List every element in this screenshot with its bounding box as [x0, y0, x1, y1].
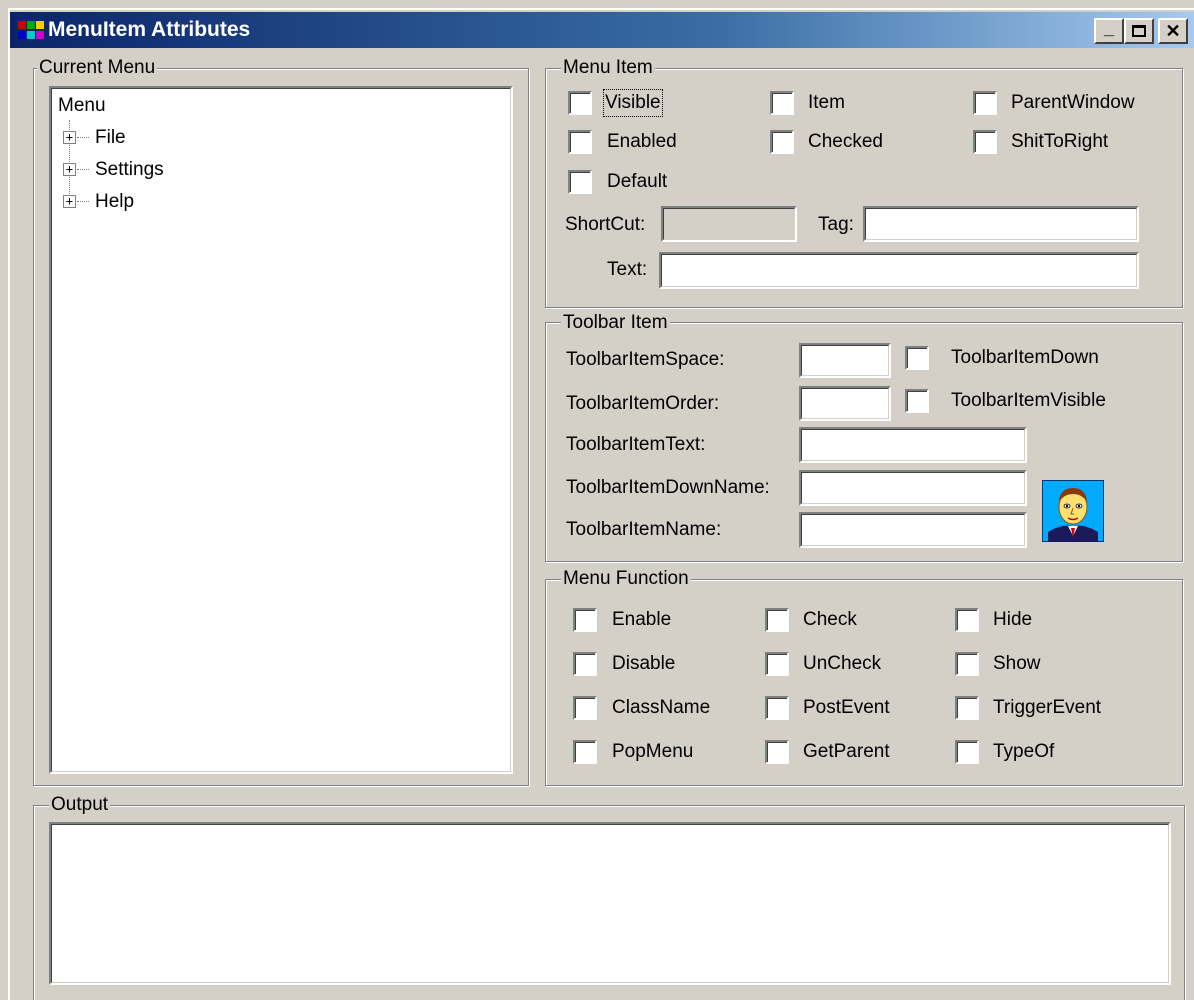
toolbar-item-visible-checkbox[interactable] [905, 389, 929, 413]
show-checkbox[interactable] [955, 652, 979, 676]
enable-label[interactable]: Enable [612, 608, 671, 632]
toolbar-item-visible-label[interactable]: ToolbarItemVisible [951, 389, 1106, 413]
toolbar-item-space-label: ToolbarItemSpace: [566, 349, 725, 370]
tree-item-help[interactable]: Help [95, 190, 134, 214]
menu-function-legend: Menu Function [561, 568, 691, 589]
enabled-checkbox[interactable] [568, 130, 592, 154]
text-label: Text: [607, 259, 648, 280]
toolbar-item-order-field[interactable] [799, 386, 891, 421]
triggerevent-checkbox[interactable] [955, 696, 979, 720]
toolbar-item-name-field[interactable] [799, 512, 1027, 548]
tree-item-settings[interactable]: Settings [95, 158, 164, 182]
disable-label[interactable]: Disable [612, 652, 675, 676]
output-textarea[interactable] [49, 822, 1171, 985]
checked-checkbox[interactable] [770, 130, 794, 154]
toolbar-item-down-name-label: ToolbarItemDownName: [566, 477, 770, 498]
tag-label: Tag: [818, 214, 854, 235]
checked-label[interactable]: Checked [808, 130, 883, 154]
classname-checkbox[interactable] [573, 696, 597, 720]
text-field[interactable] [659, 252, 1139, 289]
shift-to-right-label[interactable]: ShitToRight [1011, 130, 1108, 154]
item-checkbox[interactable] [770, 91, 794, 115]
minimize-icon: _ [1103, 17, 1114, 38]
toolbar-item-legend: Toolbar Item [561, 312, 670, 333]
enable-checkbox[interactable] [573, 608, 597, 632]
typeof-checkbox[interactable] [955, 740, 979, 764]
toolbar-item-space-field[interactable] [799, 343, 891, 378]
triggerevent-label[interactable]: TriggerEvent [993, 696, 1101, 720]
toolbar-item-name-label: ToolbarItemName: [566, 519, 722, 540]
shift-to-right-checkbox[interactable] [973, 130, 997, 154]
parent-window-label[interactable]: ParentWindow [1011, 91, 1135, 115]
default-checkbox[interactable] [568, 170, 592, 194]
app-icon [18, 21, 44, 39]
close-button[interactable]: ✕ [1158, 18, 1188, 44]
menu-item-legend: Menu Item [561, 57, 655, 78]
hide-label[interactable]: Hide [993, 608, 1032, 632]
popmenu-label[interactable]: PopMenu [612, 740, 693, 764]
getparent-checkbox[interactable] [765, 740, 789, 764]
postevent-checkbox[interactable] [765, 696, 789, 720]
tree-line [77, 201, 89, 202]
output-legend: Output [49, 794, 111, 815]
tag-field[interactable] [863, 206, 1139, 242]
getparent-label[interactable]: GetParent [803, 740, 890, 764]
expand-icon[interactable]: + [63, 195, 76, 208]
expand-icon[interactable]: + [63, 131, 76, 144]
close-icon: ✕ [1165, 20, 1181, 41]
parent-window-checkbox[interactable] [973, 91, 997, 115]
tree-line [77, 169, 89, 170]
default-label[interactable]: Default [607, 170, 667, 194]
toolbar-item-text-label: ToolbarItemText: [566, 434, 706, 455]
hide-checkbox[interactable] [955, 608, 979, 632]
toolbar-item-down-name-field[interactable] [799, 470, 1027, 506]
toolbar-item-down-label[interactable]: ToolbarItemDown [951, 346, 1099, 370]
check-label[interactable]: Check [803, 608, 857, 632]
show-label[interactable]: Show [993, 652, 1041, 676]
toolbar-item-text-field[interactable] [799, 427, 1027, 463]
minimize-button[interactable]: _ [1094, 18, 1124, 44]
shortcut-field[interactable] [661, 206, 797, 242]
shortcut-label: ShortCut: [565, 214, 646, 235]
maximize-icon [1132, 25, 1146, 37]
tree-line [77, 137, 89, 138]
check-checkbox[interactable] [765, 608, 789, 632]
postevent-label[interactable]: PostEvent [803, 696, 890, 720]
item-label[interactable]: Item [808, 91, 845, 115]
enabled-label[interactable]: Enabled [607, 130, 677, 154]
tree-root-label[interactable]: Menu [58, 94, 106, 118]
uncheck-label[interactable]: UnCheck [803, 652, 881, 676]
classname-label[interactable]: ClassName [612, 696, 710, 720]
window-title: MenuItem Attributes [48, 18, 251, 41]
popmenu-checkbox[interactable] [573, 740, 597, 764]
visible-checkbox[interactable] [568, 91, 592, 115]
person-icon [1042, 480, 1104, 542]
disable-checkbox[interactable] [573, 652, 597, 676]
tree-item-file[interactable]: File [95, 126, 126, 150]
toolbar-item-down-checkbox[interactable] [905, 346, 929, 370]
typeof-label[interactable]: TypeOf [993, 740, 1054, 764]
toolbar-item-order-label: ToolbarItemOrder: [566, 393, 720, 414]
visible-label[interactable]: Visible [603, 89, 663, 117]
maximize-button[interactable] [1124, 18, 1154, 44]
uncheck-checkbox[interactable] [765, 652, 789, 676]
expand-icon[interactable]: + [63, 163, 76, 176]
current-menu-legend: Current Menu [37, 57, 158, 78]
